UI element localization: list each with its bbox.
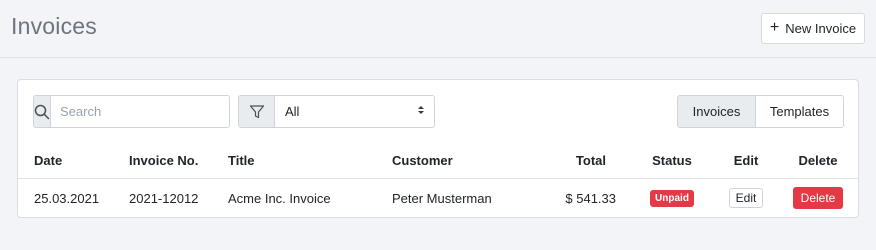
column-header-customer[interactable]: Customer bbox=[392, 143, 453, 178]
column-header-title[interactable]: Title bbox=[228, 143, 255, 178]
page-title: Invoices bbox=[11, 13, 97, 39]
column-header-invoice-no[interactable]: Invoice No. bbox=[129, 143, 198, 178]
search-input[interactable] bbox=[51, 96, 229, 127]
invoice-total: $ 541.33 bbox=[565, 190, 616, 206]
column-header-total[interactable]: Total bbox=[558, 143, 606, 178]
search-icon bbox=[34, 96, 51, 127]
tab-templates[interactable]: Templates bbox=[756, 96, 843, 127]
column-header-edit: Edit bbox=[733, 153, 759, 168]
column-header-status[interactable]: Status bbox=[643, 143, 701, 178]
new-invoice-button[interactable]: + New Invoice bbox=[761, 13, 865, 44]
status-badge: Unpaid bbox=[650, 189, 694, 207]
filter-selected-value: All bbox=[285, 104, 300, 119]
page-header: Invoices + New Invoice bbox=[0, 0, 876, 58]
tab-invoices-label: Invoices bbox=[692, 104, 741, 119]
filter-group: All bbox=[238, 95, 435, 128]
table-row[interactable]: 25.03.2021 2021-12012 Acme Inc. Invoice … bbox=[18, 179, 858, 217]
view-toggle: Invoices Templates bbox=[677, 95, 844, 128]
edit-cell: Edit bbox=[726, 179, 766, 217]
edit-button[interactable]: Edit bbox=[728, 188, 764, 208]
column-header-date[interactable]: Date bbox=[34, 143, 62, 178]
plus-icon: + bbox=[769, 18, 780, 36]
status-cell: Unpaid bbox=[643, 179, 701, 217]
invoices-card: All Invoices Templates Date Invoice No. … bbox=[17, 79, 859, 218]
table-header-row: Date Invoice No. Title Customer Total St… bbox=[18, 143, 858, 179]
filter-select[interactable]: All bbox=[275, 96, 434, 127]
delete-button[interactable]: Delete bbox=[792, 187, 844, 209]
invoices-table: Date Invoice No. Title Customer Total St… bbox=[18, 143, 858, 217]
tab-templates-label: Templates bbox=[769, 104, 830, 119]
invoice-title: Acme Inc. Invoice bbox=[228, 190, 331, 206]
search-group bbox=[33, 95, 230, 128]
column-header-delete: Delete bbox=[798, 153, 838, 168]
filter-icon bbox=[239, 96, 275, 127]
invoice-customer: Peter Musterman bbox=[392, 190, 492, 206]
invoice-number: 2021-12012 bbox=[129, 190, 199, 206]
new-invoice-label: New Invoice bbox=[785, 21, 857, 36]
delete-cell: Delete bbox=[792, 179, 844, 217]
select-arrows-icon bbox=[417, 104, 425, 119]
invoice-date: 25.03.2021 bbox=[34, 190, 100, 206]
tab-invoices[interactable]: Invoices bbox=[678, 96, 756, 127]
